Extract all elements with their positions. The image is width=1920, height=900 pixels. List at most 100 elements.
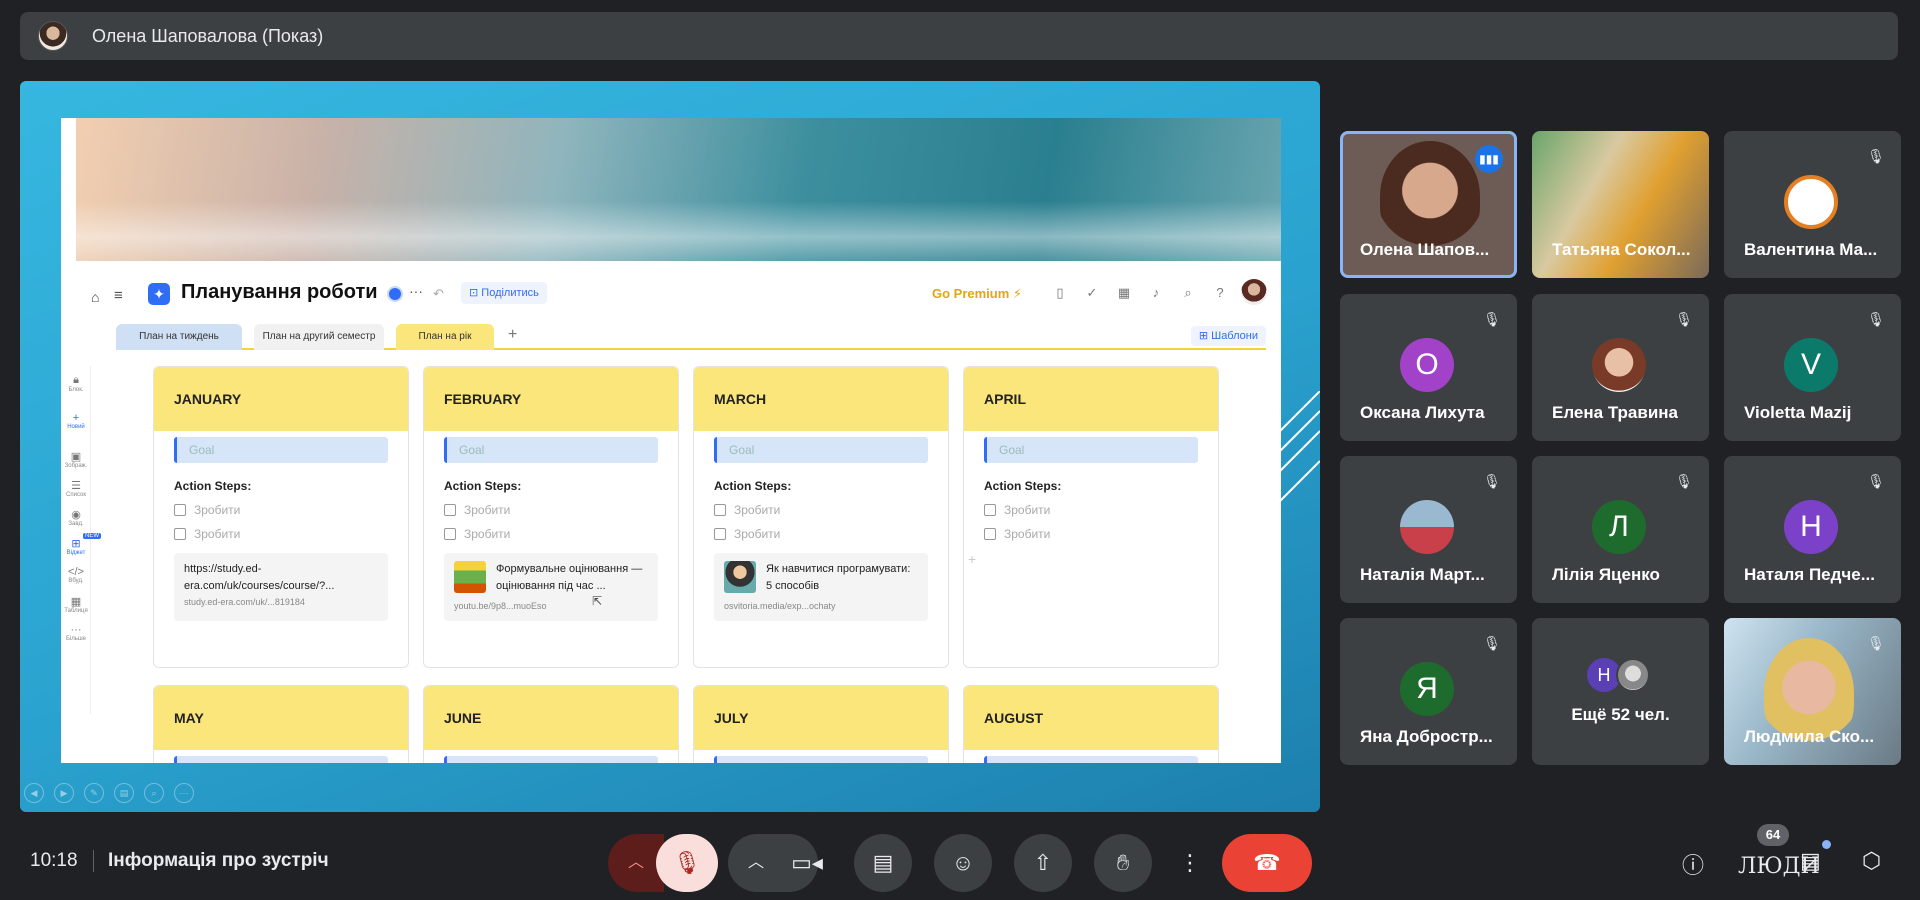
goal-input[interactable] — [444, 756, 658, 763]
tool-table[interactable]: ▦ Таблиця — [61, 595, 91, 614]
goal-input[interactable] — [174, 756, 388, 763]
todo-item[interactable]: Зробити — [714, 527, 928, 541]
more-icon[interactable]: ··· — [174, 783, 194, 803]
participant-tile[interactable]: 🎙︎ Валентина Ма... — [1724, 131, 1901, 278]
checkbox[interactable] — [444, 504, 456, 516]
reactions-button[interactable]: ☺ — [934, 834, 992, 892]
raise-hand-button[interactable]: ✋︎ — [1094, 834, 1152, 892]
block-toolbar: 🔒︎ Блок. + Новий ▣ Зображ. ☰ Список ◉ Завд. ⊞… — [61, 366, 101, 714]
mic-off-icon: 🎙︎ — [1675, 311, 1693, 327]
checkbox[interactable] — [714, 504, 726, 516]
tool-image[interactable]: ▣ Зображ. — [61, 450, 91, 469]
info-icon[interactable]: ⓘ — [1682, 848, 1704, 880]
link-preview[interactable]: Формувальне оцінювання — оцінювання під … — [444, 553, 658, 621]
participant-name: Оксана Лихута — [1360, 403, 1485, 422]
participant-tile[interactable]: ▮▮▮ Олена Шапов... — [1340, 131, 1517, 278]
checkbox[interactable] — [984, 504, 996, 516]
mic-toggle-button[interactable]: 🎙︎ — [656, 834, 718, 892]
help-icon[interactable]: ? — [1211, 284, 1229, 302]
more-participants-tile[interactable]: Н Ещё 52 чел. — [1532, 618, 1709, 765]
checkbox[interactable] — [174, 504, 186, 516]
meeting-info-link[interactable]: Інформація про зустріч — [108, 850, 329, 872]
link-preview[interactable]: Як навчитися програмувати: 5 способів os… — [714, 553, 928, 621]
templates-button[interactable]: ⊞ Шаблони — [1190, 326, 1266, 346]
add-block-icon[interactable]: + — [968, 551, 1218, 567]
home-icon[interactable]: ⌂ — [91, 289, 99, 305]
checkbox[interactable] — [444, 528, 456, 540]
check-circle-icon[interactable]: ✓ — [1083, 284, 1101, 302]
link-preview[interactable]: https://study.ed-era.com/uk/courses/cour… — [174, 553, 388, 621]
chat-icon[interactable]: ▤ — [1800, 848, 1821, 874]
meeting-time: 10:18 — [30, 850, 78, 871]
end-call-button[interactable]: ☎ — [1222, 834, 1312, 892]
todo-item[interactable]: Зробити — [174, 527, 388, 541]
user-avatar[interactable] — [1241, 279, 1267, 305]
chevron-up-icon: ︿ — [627, 854, 644, 871]
slides-icon[interactable]: ▤ — [114, 783, 134, 803]
participant-tile[interactable]: 🎙︎ Елена Травина — [1532, 294, 1709, 441]
participant-tile[interactable]: Татьяна Сокол... — [1532, 131, 1709, 278]
tool-list[interactable]: ☰ Список — [61, 479, 91, 498]
checkbox[interactable] — [984, 528, 996, 540]
next-icon[interactable]: ▶ — [54, 783, 74, 803]
month-title: APRIL — [964, 367, 1218, 431]
captions-button[interactable]: ▤ — [854, 834, 912, 892]
lock-icon: 🔒︎ — [73, 374, 79, 386]
participant-tile[interactable]: 🎙︎ Я Яна Добростр... — [1340, 618, 1517, 765]
tool-more[interactable]: ··· Більше — [61, 624, 91, 642]
goal-input[interactable]: Goal — [444, 437, 658, 463]
previous-icon[interactable]: ◀ — [24, 783, 44, 803]
activities-icon[interactable]: ⬡ — [1862, 848, 1881, 874]
month-card-march: MARCH Goal Action Steps: Зробити Зробити… — [693, 366, 949, 668]
participant-avatar: Л — [1592, 500, 1646, 554]
goal-input[interactable]: Goal — [984, 437, 1198, 463]
bell-icon[interactable]: ♪ — [1147, 284, 1165, 302]
calendar-icon[interactable]: ▦ — [1115, 284, 1133, 302]
checkbox[interactable] — [174, 528, 186, 540]
share-button[interactable]: ⊡ Поділитись — [461, 282, 547, 304]
tool-new[interactable]: + Новий — [61, 412, 91, 430]
participant-avatar — [1400, 500, 1454, 554]
tab-week-plan[interactable]: План на тиждень — [116, 324, 242, 350]
zoom-icon[interactable]: ⌕ — [144, 783, 164, 803]
clipboard-icon[interactable]: ▯ — [1051, 284, 1069, 302]
checkbox[interactable] — [714, 528, 726, 540]
menu-icon[interactable]: ≡ — [114, 287, 123, 304]
undo-icon[interactable]: ↶ — [433, 286, 444, 302]
todo-item[interactable]: Зробити — [714, 503, 928, 517]
pen-icon[interactable]: ✎ — [84, 783, 104, 803]
todo-item[interactable]: Зробити — [174, 503, 388, 517]
add-tab-icon[interactable]: + — [508, 326, 517, 344]
tool-widget[interactable]: ⊞ Віджет NEW — [61, 533, 101, 556]
tab-semester-plan[interactable]: План на другий семестр — [254, 324, 384, 350]
participant-tile[interactable]: 🎙︎ Л Лілія Яценко — [1532, 456, 1709, 603]
mouse-cursor-icon: ⇱ — [592, 594, 603, 608]
camera-toggle-button[interactable]: ▭◂ — [778, 834, 836, 892]
participant-tile[interactable]: 🎙︎ Людмила Ско... — [1724, 618, 1901, 765]
tool-lock[interactable]: 🔒︎ Блок. — [61, 374, 91, 393]
goal-input[interactable] — [714, 756, 928, 763]
participant-tile[interactable]: 🎙︎ О Оксана Лихута — [1340, 294, 1517, 441]
goal-input[interactable]: Goal — [174, 437, 388, 463]
present-screen-button[interactable]: ⇧ — [1014, 834, 1072, 892]
tool-task[interactable]: ◉ Завд. — [61, 508, 91, 527]
participant-tile[interactable]: 🎙︎ V Violetta Mazij — [1724, 294, 1901, 441]
participant-tile[interactable]: 🎙︎ Наталія Март... — [1340, 456, 1517, 603]
tool-embed[interactable]: </> Вбуд. — [61, 566, 91, 584]
todo-item[interactable]: Зробити — [444, 503, 658, 517]
todo-item[interactable]: Зробити — [984, 527, 1198, 541]
goal-input[interactable]: Goal — [714, 437, 928, 463]
participant-name: Татьяна Сокол... — [1552, 240, 1691, 259]
more-icon[interactable]: ··· — [409, 283, 423, 299]
todo-item[interactable]: Зробити — [984, 503, 1198, 517]
more-participants-label: Ещё 52 чел. — [1571, 705, 1670, 724]
participant-name: Лілія Яценко — [1552, 565, 1660, 584]
todo-item[interactable]: Зробити — [444, 527, 658, 541]
go-premium-button[interactable]: Go Premium ⚡ — [932, 286, 1022, 302]
participant-avatar: V — [1784, 338, 1838, 392]
more-options-button[interactable]: ⋮ — [1170, 834, 1210, 892]
goal-input[interactable] — [984, 756, 1198, 763]
participant-tile[interactable]: 🎙︎ Н Наталя Педче... — [1724, 456, 1901, 603]
search-icon[interactable]: ⌕ — [1179, 284, 1197, 302]
tab-year-plan[interactable]: План на рік — [396, 324, 494, 350]
